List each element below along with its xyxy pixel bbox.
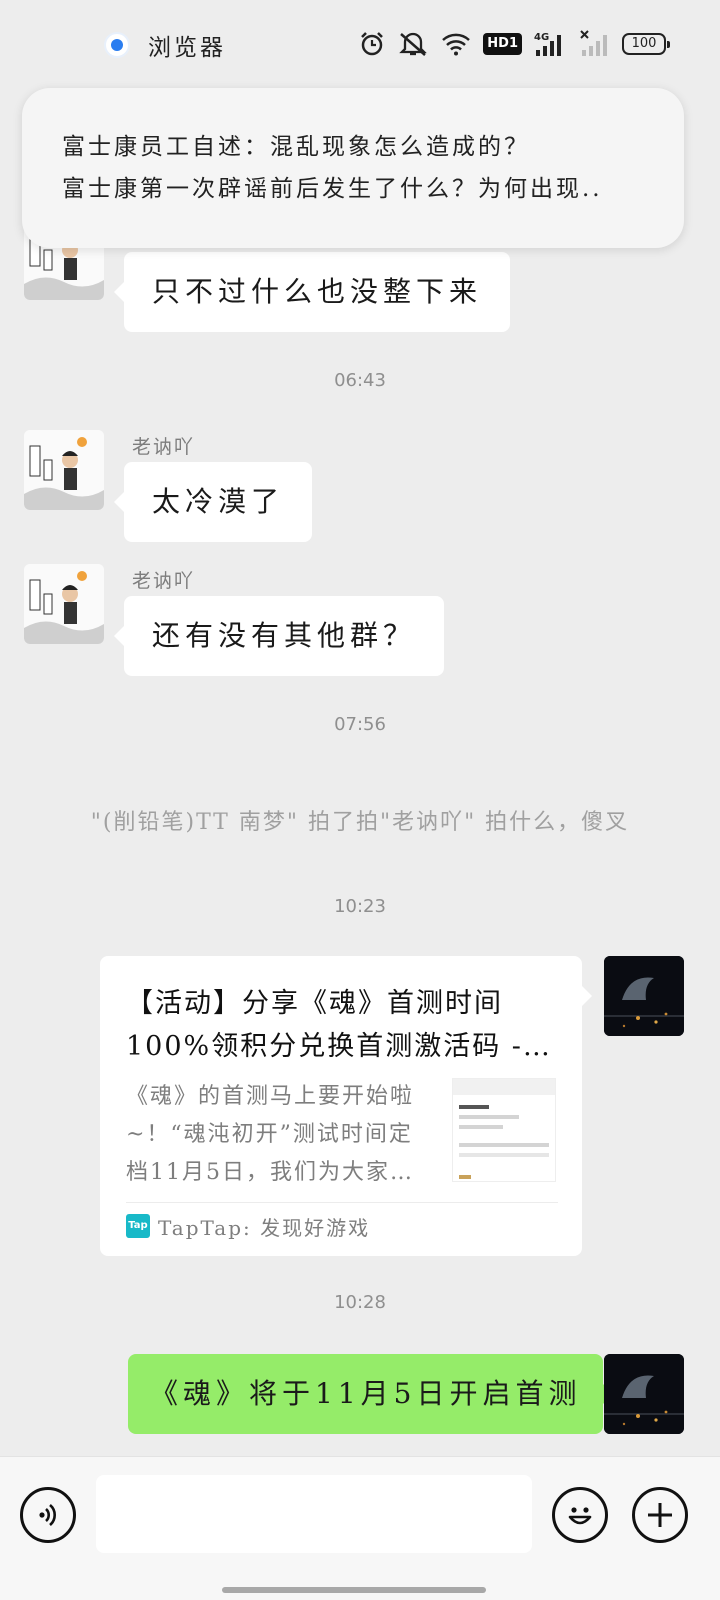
notification-line: 富士康员工自述：混乱现象怎么造成的？ [62, 134, 530, 160]
wifi-icon [442, 33, 471, 56]
sender-name: 老讷吖 [132, 570, 196, 592]
timestamp: 10:23 [334, 896, 386, 917]
notification-line: 富士康第一次辟谣前后发生了什么？为何出现.. [62, 176, 603, 202]
timestamp: 06:43 [334, 370, 386, 391]
timestamp: 10:28 [334, 1292, 386, 1313]
character-avatar-image [24, 430, 104, 510]
my-avatar[interactable] [604, 1354, 684, 1434]
night-scene-avatar-image [604, 1354, 684, 1434]
alarm-icon [361, 32, 384, 56]
home-indicator[interactable] [222, 1587, 486, 1593]
status-app-name: 浏览器 [148, 35, 226, 61]
character-avatar-image [24, 564, 104, 644]
timestamp: 07:56 [334, 714, 386, 735]
link-card-description: 《魂》的首测马上要开始啦~！“魂沌初开”测试时间定档11月5日，我们为大家准备了 [126, 1084, 415, 1185]
message-bubble-outgoing[interactable]: 《魂》将于11月5日开启首测 [128, 1354, 614, 1434]
pat-system-message: "(削铅笔)TT 南梦" 拍了拍"老讷吖" 拍什么，傻叉 [90, 810, 630, 835]
battery-icon: 100 [622, 33, 670, 55]
signal-4g-icon: 4G [534, 32, 561, 56]
browser-icon [104, 32, 130, 58]
more-button[interactable] [632, 1487, 688, 1543]
link-card-source: TapTap: 发现好游戏 [158, 1215, 371, 1240]
emoji-button[interactable] [552, 1487, 608, 1543]
hd-icon: HD1 [483, 33, 522, 55]
signal-icon [580, 30, 607, 56]
message-input[interactable] [96, 1475, 532, 1553]
message-bubble[interactable]: 还有没有其他群？ [113, 596, 445, 676]
plus-icon [648, 1503, 672, 1527]
status-bar: 浏览器 HD1 4G 100 [0, 0, 720, 88]
status-icons: HD1 4G 100 [359, 26, 670, 62]
voice-icon [39, 1504, 56, 1526]
emoji-icon [568, 1507, 592, 1525]
message-bubble[interactable]: 只不过什么也没整下来 [113, 252, 511, 332]
avatar[interactable] [24, 430, 104, 510]
link-card-footer: Tap TapTap: 发现好游戏 [126, 1203, 558, 1249]
chat-area[interactable]: 只不过什么也没整下来 06:43 老讷吖 太冷漠了 老讷吖 还有没有其他群？ 0… [0, 88, 720, 1456]
notification-popup[interactable]: 富士康员工自述：混乱现象怎么造成的？ 富士康第一次辟谣前后发生了什么？为何出现.… [22, 88, 684, 248]
night-scene-avatar-image [604, 956, 684, 1036]
message-bubble[interactable]: 太冷漠了 [113, 462, 313, 542]
mute-icon [399, 32, 428, 56]
link-card-thumbnail [452, 1078, 556, 1182]
status-left: 浏览器 [104, 28, 226, 62]
svg-text:4G: 4G [534, 32, 549, 43]
link-card-body: 《魂》的首测马上要开始啦~！“魂沌初开”测试时间定档11月5日，我们为大家准备了 [126, 1078, 558, 1192]
link-card[interactable]: 【活动】分享《魂》首测时间100%领积分兑换首测激活码 - TapTap 《魂》… [100, 956, 592, 1256]
input-bar [0, 1456, 720, 1600]
taptap-icon: Tap [126, 1214, 150, 1238]
my-avatar[interactable] [604, 956, 684, 1036]
voice-button[interactable] [20, 1487, 76, 1543]
link-card-title: 【活动】分享《魂》首测时间100%领积分兑换首测激活码 - TapTap [126, 988, 523, 1062]
sender-name: 老讷吖 [132, 436, 196, 458]
avatar[interactable] [24, 564, 104, 644]
